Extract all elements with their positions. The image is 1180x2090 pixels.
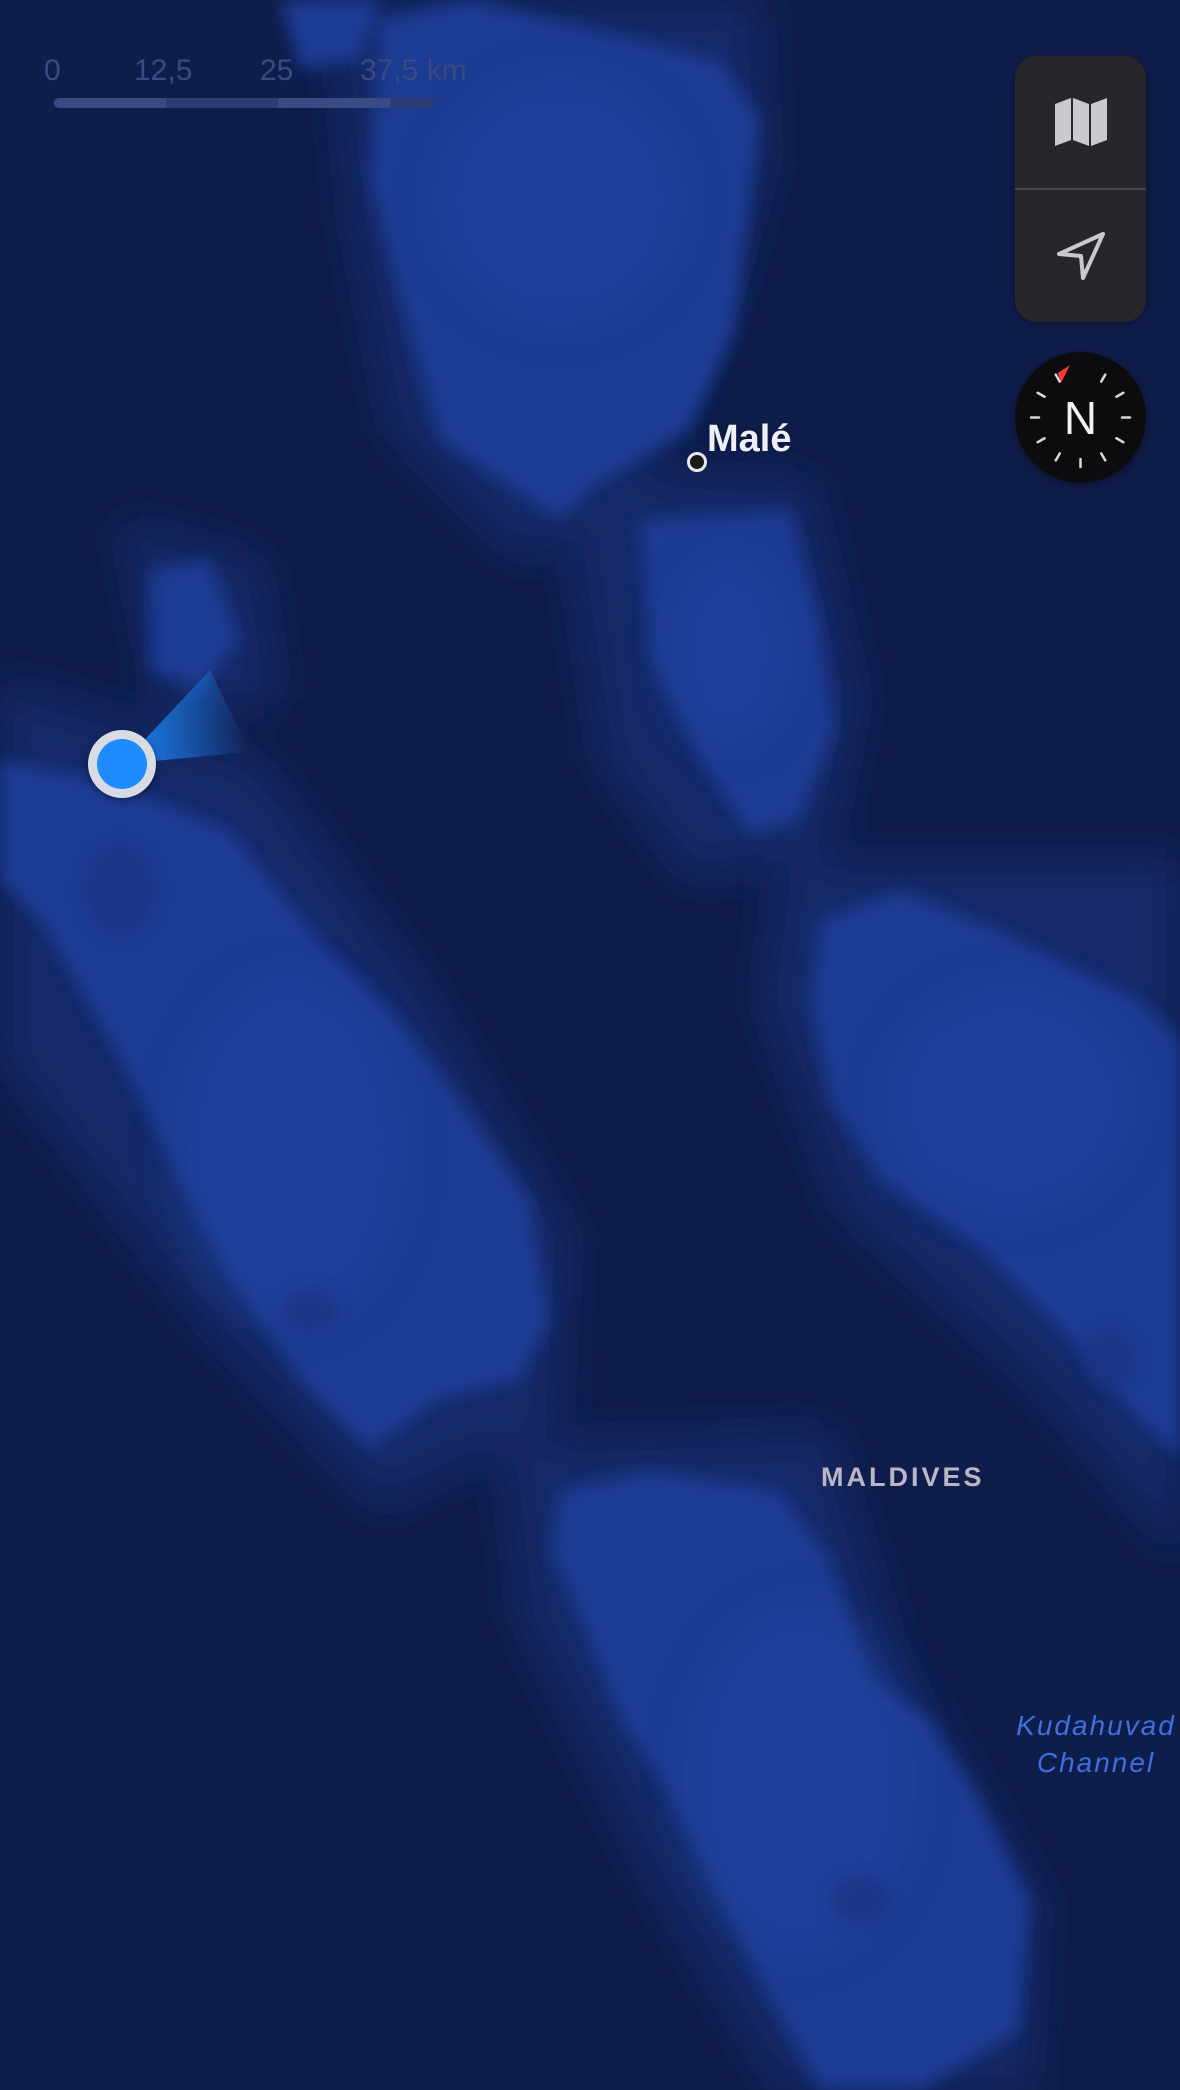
location-arrow-icon (1056, 232, 1105, 280)
scale-track (54, 98, 434, 108)
compass-button[interactable]: N (1015, 352, 1146, 483)
scale-segment (54, 98, 166, 108)
locate-me-button[interactable] (1015, 190, 1146, 322)
water-label-line1: Kudahuvad (1016, 1710, 1176, 1741)
scale-segment (166, 98, 278, 108)
scale-label-12-5: 12,5 (134, 54, 193, 87)
city-marker-male[interactable] (687, 452, 707, 472)
user-location-dot (97, 739, 147, 789)
scale-label-25: 25 (260, 54, 294, 87)
map-mode-button[interactable] (1015, 56, 1146, 188)
map-icon (1054, 98, 1107, 146)
scale-bar: 0 12,5 25 37,5 km (44, 54, 467, 114)
user-location-marker[interactable] (88, 730, 156, 798)
scale-label-37-5-km: 37,5 km (360, 54, 467, 87)
scale-segment (278, 98, 390, 108)
city-label-male[interactable]: Malé (707, 418, 791, 461)
country-label: MALDIVES (821, 1462, 985, 1492)
map-controls (1015, 56, 1146, 322)
water-label-line2: Channel (1036, 1747, 1156, 1778)
scale-label-0: 0 (44, 54, 61, 87)
map-view[interactable]: 0 12,5 25 37,5 km N Malé MALDIVES Kudahu… (0, 0, 1180, 2090)
compass-north-letter: N (1063, 391, 1098, 444)
map-terrain (0, 0, 1180, 2090)
water-label: Kudahuvad Channel (1006, 1707, 1180, 1781)
